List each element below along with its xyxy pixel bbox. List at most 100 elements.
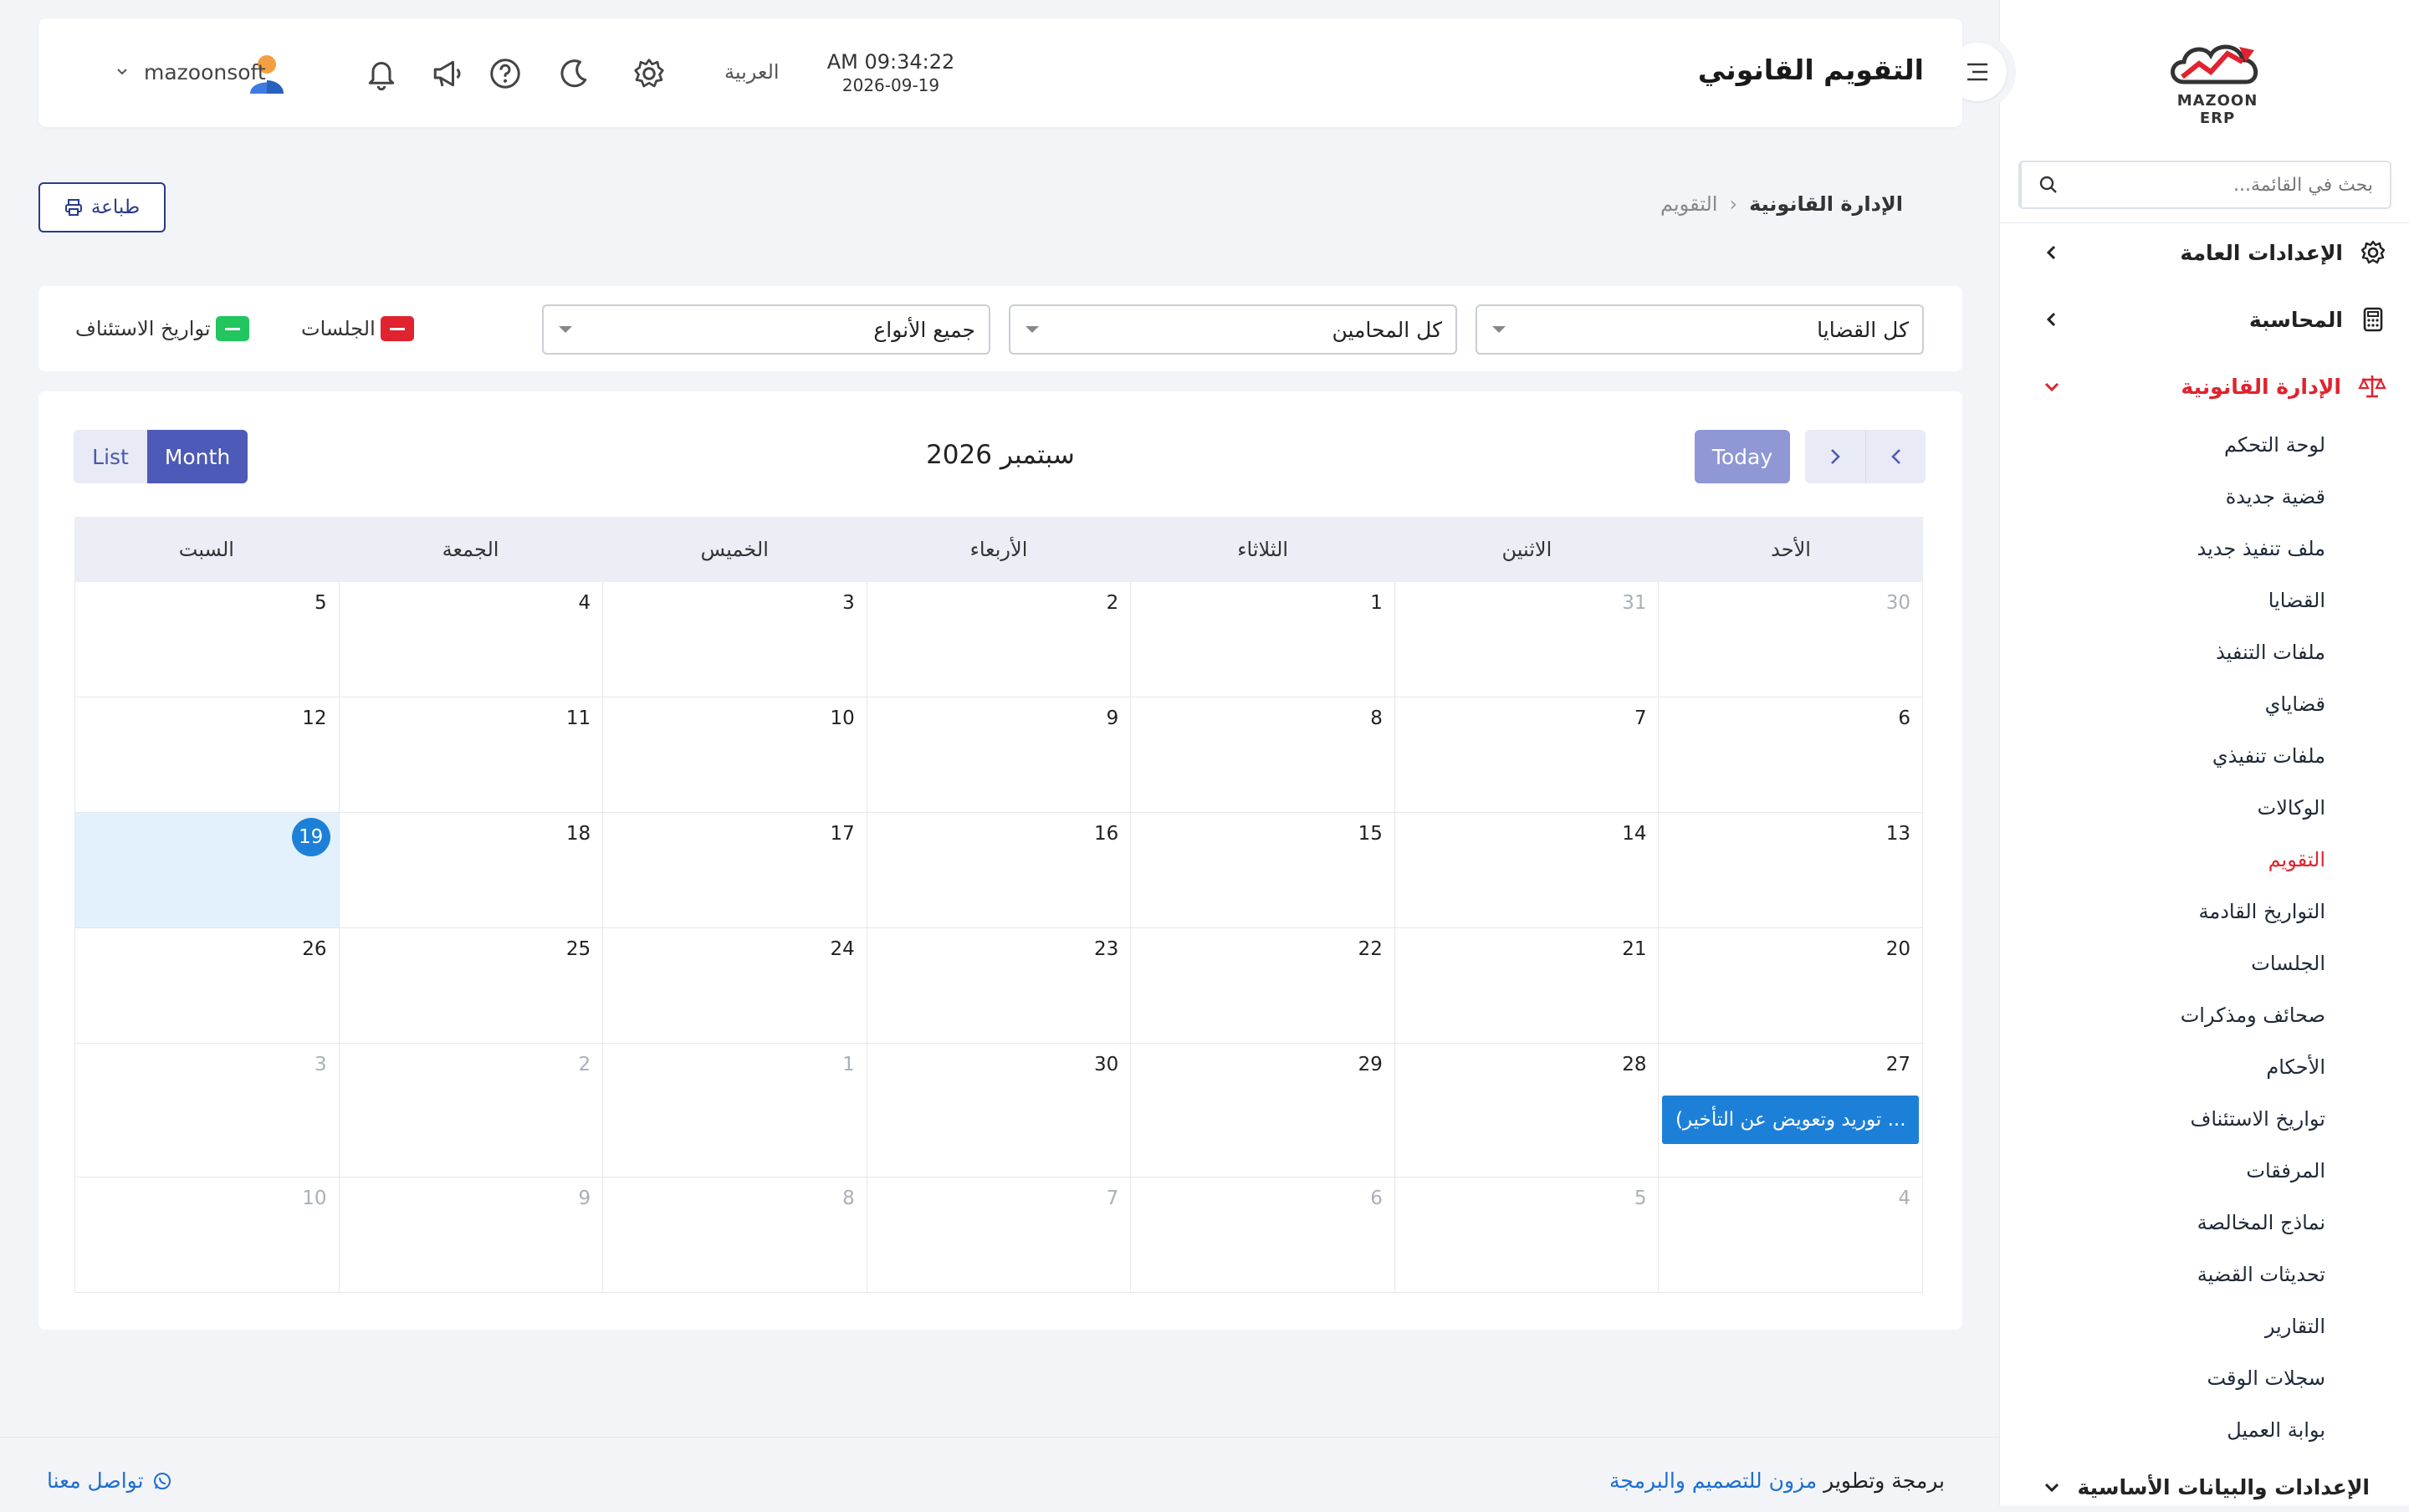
- nav-group-master-data[interactable]: الإعدادات والبيانات الأساسية: [2000, 1462, 2409, 1512]
- calendar-day[interactable]: 18: [339, 813, 604, 928]
- calendar-day[interactable]: 8: [1131, 697, 1395, 813]
- sidebar-item-new-execution-file[interactable]: ملف تنفيذ جديد: [2197, 537, 2325, 570]
- announcements-button[interactable]: [428, 55, 465, 92]
- calendar-day[interactable]: 28: [1394, 1044, 1660, 1177]
- type-filter-select[interactable]: جميع الأنواع: [542, 304, 990, 355]
- clock-date: 2026-09-19: [841, 75, 940, 95]
- calendar-day[interactable]: 3: [603, 582, 867, 697]
- sidebar-item-dashboard[interactable]: لوحة التحكم: [2224, 433, 2325, 467]
- calendar-day[interactable]: 2: [339, 1044, 604, 1177]
- print-button[interactable]: طباعة: [38, 182, 166, 232]
- calendar-day[interactable]: 30: [867, 1044, 1132, 1177]
- calendar-day[interactable]: 5: [75, 582, 340, 697]
- sidebar-item-attachments[interactable]: المرفقات: [2246, 1159, 2325, 1193]
- sidebar-item-client-portal[interactable]: بوابة العميل: [2227, 1418, 2325, 1452]
- calendar-day[interactable]: 7: [1394, 697, 1660, 813]
- calendar-day[interactable]: 10: [75, 1177, 340, 1293]
- next-month-button[interactable]: [1805, 430, 1865, 483]
- sidebar-item-time-logs[interactable]: سجلات الوقت: [2207, 1366, 2325, 1400]
- dark-mode-toggle[interactable]: [555, 55, 592, 92]
- calendar-day[interactable]: 25: [339, 928, 604, 1044]
- help-button[interactable]: [487, 55, 524, 92]
- sidebar-item-judgments[interactable]: الأحكام: [2266, 1055, 2325, 1089]
- calendar-day[interactable]: 11: [339, 697, 604, 813]
- sidebar-item-upcoming-dates[interactable]: التواريخ القادمة: [2198, 900, 2325, 933]
- calendar-day[interactable]: 27 ... توريد وتعويض عن التأخير): [1659, 1044, 1924, 1177]
- day-number: 4: [1898, 1188, 1911, 1209]
- calendar-day[interactable]: 30: [1659, 582, 1924, 697]
- calendar-day[interactable]: 20: [1659, 928, 1924, 1044]
- calendar-day[interactable]: 6: [1659, 697, 1924, 813]
- calendar-day[interactable]: 22: [1131, 928, 1395, 1044]
- settings-button[interactable]: [631, 55, 667, 92]
- calendar-day[interactable]: 12: [75, 697, 340, 813]
- calendar-day[interactable]: 3: [75, 1044, 340, 1177]
- chevron-down-icon[interactable]: [115, 65, 129, 79]
- calendar-day[interactable]: 24: [603, 928, 867, 1044]
- calendar-day[interactable]: 15: [1131, 813, 1395, 928]
- calendar-day[interactable]: 10: [603, 697, 867, 813]
- calendar-day[interactable]: 23: [867, 928, 1132, 1044]
- calendar-day[interactable]: 9: [867, 697, 1132, 813]
- search-input[interactable]: [2075, 162, 2390, 207]
- calendar-day[interactable]: 14: [1394, 813, 1660, 928]
- nav-group-accounting[interactable]: المحاسبة: [2000, 294, 2409, 345]
- search-button[interactable]: [2020, 162, 2075, 207]
- notifications-button[interactable]: [363, 55, 400, 92]
- calendar-day[interactable]: 16: [867, 813, 1132, 928]
- calendar-day[interactable]: 1: [603, 1044, 867, 1177]
- language-switcher[interactable]: العربية: [724, 60, 780, 84]
- lawyer-filter-select[interactable]: كل المحامين: [1009, 304, 1457, 355]
- sidebar-item-case-updates[interactable]: تحديثات القضية: [2197, 1263, 2325, 1296]
- nav-group-legal-management[interactable]: الإدارة القانونية: [2000, 361, 2409, 411]
- sidebar-item-execution-files[interactable]: ملفات التنفيذ: [2216, 641, 2325, 674]
- sidebar-item-clearance-forms[interactable]: نماذج المخالصة: [2197, 1211, 2325, 1244]
- month-view-button[interactable]: Month: [147, 430, 248, 483]
- calendar-day[interactable]: 6: [1131, 1177, 1395, 1293]
- sidebar-item-appeal-dates[interactable]: تواريخ الاستئناف: [2190, 1107, 2325, 1141]
- calendar-day[interactable]: 8: [603, 1177, 867, 1293]
- day-number: 27: [1885, 1054, 1911, 1075]
- breadcrumb-parent[interactable]: الإدارة القانونية: [1749, 192, 1903, 216]
- calendar-day[interactable]: 31: [1394, 582, 1660, 697]
- sidebar-item-my-cases[interactable]: قضاياي: [2265, 692, 2325, 726]
- calendar-day[interactable]: 26: [75, 928, 340, 1044]
- calendar-day[interactable]: 21: [1394, 928, 1660, 1044]
- sidebar-item-powers-of-attorney[interactable]: الوكالات: [2258, 796, 2325, 830]
- company-link[interactable]: مزون للتصميم والبرمجة: [1609, 1469, 1817, 1493]
- calendar-event[interactable]: ... توريد وتعويض عن التأخير): [1662, 1096, 1920, 1144]
- calendar-day-today[interactable]: 19: [75, 813, 340, 928]
- sidebar-item-sessions[interactable]: الجلسات: [2251, 952, 2325, 985]
- calendar-day[interactable]: 1: [1131, 582, 1395, 697]
- username[interactable]: mazoonsoft: [144, 60, 266, 84]
- case-filter-select[interactable]: كل القضايا: [1476, 304, 1924, 355]
- prev-month-button[interactable]: [1865, 430, 1926, 483]
- sidebar-item-calendar[interactable]: التقويم: [2268, 848, 2325, 881]
- today-button[interactable]: Today: [1695, 430, 1790, 483]
- day-number: 10: [302, 1188, 327, 1209]
- calendar-day[interactable]: 7: [867, 1177, 1132, 1293]
- moon-icon: [560, 59, 587, 88]
- sidebar-item-cases[interactable]: القضايا: [2268, 589, 2325, 622]
- calendar-day[interactable]: 9: [339, 1177, 604, 1293]
- list-view-button[interactable]: List: [74, 430, 147, 483]
- calendar-day[interactable]: 4: [339, 582, 604, 697]
- gear-icon: [2360, 240, 2386, 264]
- day-number: 31: [1622, 592, 1647, 614]
- contact-us-link[interactable]: تواصل معنا: [47, 1469, 172, 1493]
- sidebar-item-reports[interactable]: التقارير: [2265, 1315, 2325, 1348]
- nav-group-general-settings[interactable]: الإعدادات العامة: [2000, 227, 2409, 278]
- sidebar-item-new-case[interactable]: قضية جديدة: [2226, 485, 2325, 518]
- calendar-card: List Month سبتمبر 2026 Today السبت الجمعة…: [38, 391, 1962, 1330]
- calendar-day[interactable]: 29: [1131, 1044, 1395, 1177]
- calendar-day[interactable]: 4: [1659, 1177, 1924, 1293]
- mazoon-logo[interactable]: MAZOON ERP: [2159, 33, 2276, 127]
- sidebar-item-briefs[interactable]: صحائف ومذكرات: [2181, 1004, 2325, 1037]
- contact-label: تواصل معنا: [47, 1469, 144, 1493]
- sidebar-item-my-execution-files[interactable]: ملفات تنفيذي: [2212, 744, 2325, 778]
- calendar-day[interactable]: 17: [603, 813, 867, 928]
- calendar-day[interactable]: 2: [867, 582, 1132, 697]
- calendar-day[interactable]: 5: [1394, 1177, 1660, 1293]
- day-number: 9: [1106, 707, 1119, 729]
- calendar-day[interactable]: 13: [1659, 813, 1924, 928]
